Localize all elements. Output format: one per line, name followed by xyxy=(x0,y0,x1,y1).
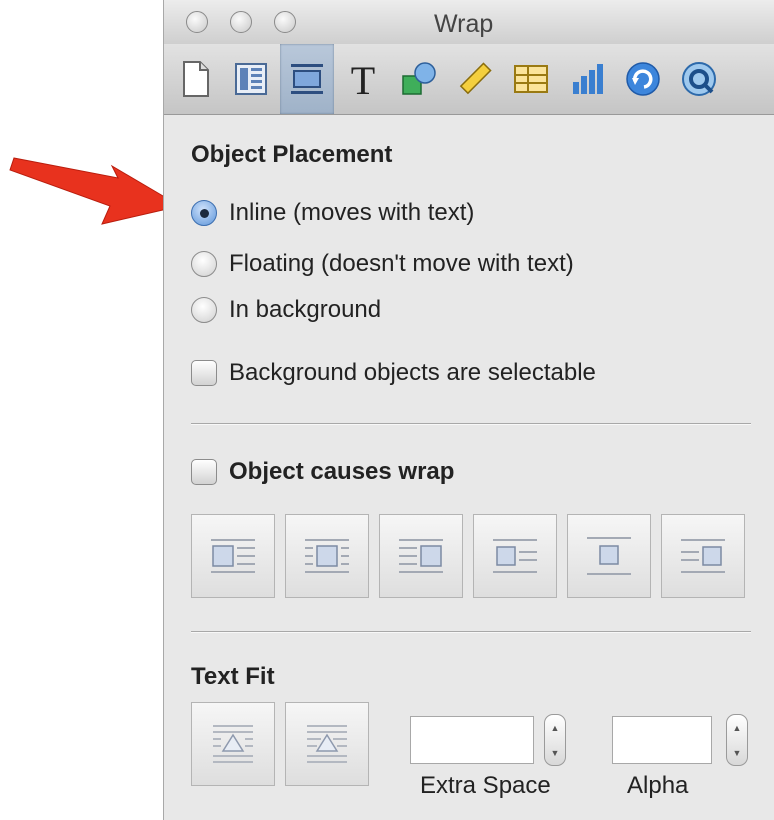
object-placement-heading: Object Placement xyxy=(191,141,393,168)
radio-floating[interactable]: Floating (doesn't move with text) xyxy=(191,250,574,278)
checkbox[interactable] xyxy=(191,459,217,485)
wrap-icon xyxy=(291,64,323,94)
extra-space-input[interactable] xyxy=(410,716,534,764)
wrap-largest-right-icon xyxy=(681,539,725,573)
pointer-arrow-icon xyxy=(9,157,182,225)
inspector-toolbar: T xyxy=(164,44,774,115)
wrap-right-button[interactable] xyxy=(379,514,463,598)
object-causes-wrap-label: Object causes wrap xyxy=(229,458,455,485)
text-fit-heading: Text Fit xyxy=(191,663,275,690)
svg-text:T: T xyxy=(351,58,375,100)
metrics-icon xyxy=(459,62,492,95)
chevron-down-icon[interactable]: ▼ xyxy=(733,748,742,758)
chevron-up-icon[interactable]: ▲ xyxy=(733,723,742,733)
divider xyxy=(191,423,751,425)
chevron-down-icon[interactable]: ▼ xyxy=(551,748,560,758)
radio-background[interactable]: In background xyxy=(191,296,381,324)
quicktime-icon xyxy=(682,62,716,96)
wrap-largest-left-button[interactable] xyxy=(473,514,557,598)
close-button[interactable] xyxy=(186,11,208,33)
divider xyxy=(191,631,751,633)
wrap-right-icon xyxy=(399,539,443,573)
zoom-button[interactable] xyxy=(274,11,296,33)
alpha-input[interactable] xyxy=(612,716,712,764)
document-icon xyxy=(183,61,209,97)
wrap-left-icon xyxy=(211,539,255,573)
fit-rectangle-icon xyxy=(213,725,253,763)
wrap-both-icon xyxy=(305,539,349,573)
table-icon xyxy=(514,65,548,93)
minimize-button[interactable] xyxy=(230,11,252,33)
tab-wrap[interactable] xyxy=(280,44,334,114)
wrap-above-below-button[interactable] xyxy=(567,514,651,598)
tab-layout[interactable] xyxy=(224,44,278,114)
tab-document[interactable] xyxy=(168,44,222,114)
wrap-both-button[interactable] xyxy=(285,514,369,598)
tab-text[interactable]: T xyxy=(336,44,390,114)
radio-inline[interactable]: Inline (moves with text) xyxy=(191,199,474,227)
tab-quicktime[interactable] xyxy=(672,44,726,114)
tab-graphic[interactable] xyxy=(392,44,446,114)
checkbox[interactable] xyxy=(191,360,217,386)
wrap-largest-right-button[interactable] xyxy=(661,514,745,598)
extra-space-stepper[interactable]: ▲ ▼ xyxy=(544,714,566,766)
alpha-stepper[interactable]: ▲ ▼ xyxy=(726,714,748,766)
radio-floating-label: Floating (doesn't move with text) xyxy=(229,250,574,277)
radio-button[interactable] xyxy=(191,297,217,323)
wrap-above-below-icon xyxy=(587,537,631,575)
wrap-largest-left-icon xyxy=(493,539,537,573)
chevron-up-icon[interactable]: ▲ xyxy=(551,723,560,733)
radio-button-selected[interactable] xyxy=(191,200,217,226)
chart-icon xyxy=(573,64,603,94)
layout-icon xyxy=(235,63,267,95)
tab-link[interactable] xyxy=(616,44,670,114)
text-icon: T xyxy=(351,58,375,100)
tab-metrics[interactable] xyxy=(448,44,502,114)
fit-rectangle-button[interactable] xyxy=(191,702,275,786)
background-selectable-checkbox[interactable]: Background objects are selectable xyxy=(191,359,596,387)
wrap-left-button[interactable] xyxy=(191,514,275,598)
radio-background-label: In background xyxy=(229,296,382,323)
tab-table[interactable] xyxy=(504,44,558,114)
window-title: Wrap xyxy=(434,10,494,38)
graphic-icon xyxy=(402,62,436,95)
radio-button[interactable] xyxy=(191,251,217,277)
fit-contour-icon xyxy=(307,725,347,763)
tab-chart[interactable] xyxy=(560,44,614,114)
title-bar[interactable]: Wrap xyxy=(164,0,774,44)
alpha-label: Alpha xyxy=(627,772,689,799)
object-causes-wrap-checkbox[interactable]: Object causes wrap xyxy=(191,458,454,486)
radio-inline-label: Inline (moves with text) xyxy=(229,199,475,226)
fit-contour-button[interactable] xyxy=(285,702,369,786)
link-icon xyxy=(626,62,660,96)
extra-space-label: Extra Space xyxy=(420,772,551,799)
background-selectable-label: Background objects are selectable xyxy=(229,359,596,386)
wrap-inspector-window: Wrap T Object Placement Inline (moves wi… xyxy=(163,0,774,820)
